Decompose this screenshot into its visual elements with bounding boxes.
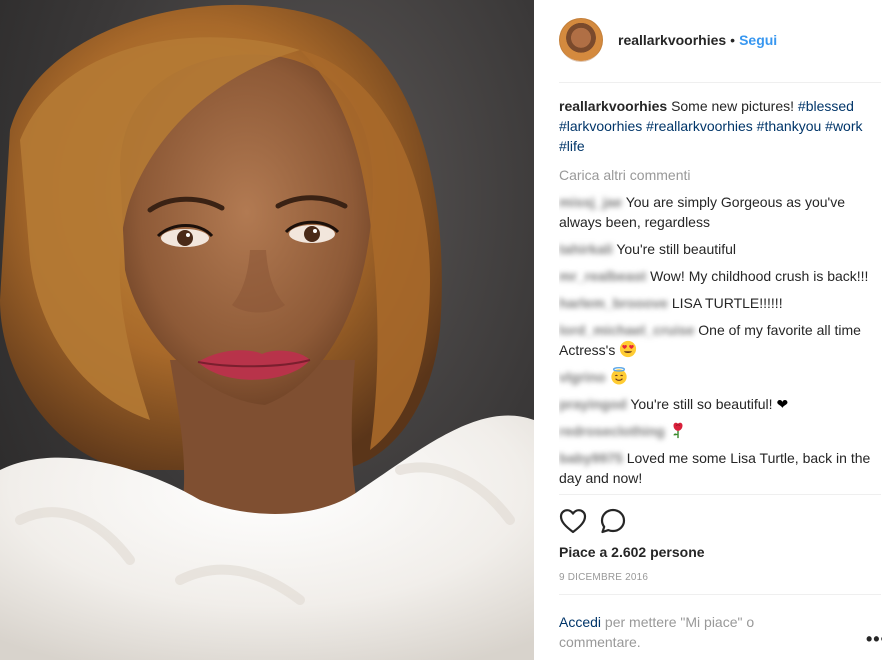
separator-dot: • [730, 32, 736, 48]
caption-text: Some new pictures! [671, 98, 795, 114]
comment-author[interactable]: mr_realbeast [559, 268, 646, 284]
speech-bubble-icon [600, 508, 626, 534]
post-caption: reallarkvoorhies Some new pictures! #ble… [559, 96, 871, 156]
comment-item: vlgrino [559, 367, 871, 387]
post-header: reallarkvoorhies • Segui [559, 14, 881, 66]
comment-item: mr_realbeast Wow! My childhood crush is … [559, 266, 871, 286]
smiling-halo-emoji [610, 367, 627, 385]
post-photo[interactable] [0, 0, 534, 660]
portrait-illustration [0, 4, 534, 660]
comment-author[interactable]: vlgrino [559, 369, 606, 385]
hashtag-link[interactable]: #work [825, 118, 862, 134]
hashtag-link[interactable]: #life [559, 138, 585, 154]
header-divider [559, 82, 881, 83]
comment-text: You're still beautiful [616, 241, 737, 257]
login-link[interactable]: Accedi [559, 614, 601, 630]
rose-emoji [673, 422, 683, 439]
black-heart-emoji: ❤ [776, 396, 789, 412]
header-text: reallarkvoorhies • Segui [618, 31, 777, 49]
load-more-comments-button[interactable]: Carica altri commenti [559, 165, 871, 185]
comment-item: harlem_brooove LISA TURTLE!!!!!! [559, 293, 871, 313]
comment-author[interactable]: baby9975 [559, 450, 623, 466]
comment-item: prayingod You're still so beautiful! ❤ [559, 394, 871, 414]
avatar[interactable] [559, 18, 603, 62]
comment-item: baby9975 Loved me some Lisa Turtle, back… [559, 448, 871, 488]
comment-text: You're still so beautiful! [630, 396, 773, 412]
comment-button[interactable] [599, 506, 631, 536]
hashtag-link[interactable]: #blessed [798, 98, 854, 114]
post-side-panel: reallarkvoorhies • Segui reallarkvoorhies … [534, 0, 882, 660]
ellipsis-icon[interactable]: ••• [866, 630, 882, 648]
comment-item: lord_michael_cruise One of my favorite a… [559, 320, 871, 360]
hashtag-link[interactable]: #reallarkvoorhies [646, 118, 753, 134]
caption-author[interactable]: reallarkvoorhies [559, 98, 667, 114]
comment-author[interactable]: harlem_brooove [559, 295, 668, 311]
comment-author[interactable]: missj_jae [559, 194, 622, 210]
comment-author[interactable]: redroseclothing [559, 423, 665, 439]
comment-author[interactable]: lord_michael_cruise [559, 322, 694, 338]
comment-item: tahirkali You're still beautiful [559, 239, 871, 259]
likes-count[interactable]: Piace a 2.602 persone [559, 544, 705, 560]
login-prompt: Accedi per mettere "Mi piace" o commenta… [559, 612, 819, 652]
comment-item: missj_jae You are simply Gorgeous as you… [559, 192, 871, 232]
comment-text: LISA TURTLE!!!!!! [671, 295, 783, 311]
post-actions [559, 506, 639, 536]
post-date[interactable]: 9 dicembre 2016 [559, 572, 648, 583]
comment-author[interactable]: prayingod [559, 396, 627, 412]
footer-divider [559, 594, 881, 595]
heart-outline-icon [559, 509, 587, 534]
hashtag-link[interactable]: #thankyou [757, 118, 822, 134]
comments-divider [559, 494, 881, 495]
username-link[interactable]: reallarkvoorhies [618, 32, 726, 48]
heart-eyes-emoji [620, 340, 637, 358]
follow-button[interactable]: Segui [739, 32, 777, 48]
like-button[interactable] [559, 506, 591, 536]
comments-list[interactable]: reallarkvoorhies Some new pictures! #ble… [559, 96, 871, 494]
comment-item: redroseclothing [559, 421, 871, 441]
comment-author[interactable]: tahirkali [559, 241, 613, 257]
hashtag-link[interactable]: #larkvoorhies [559, 118, 642, 134]
comment-text: Wow! My childhood crush is back!!! [650, 268, 869, 284]
